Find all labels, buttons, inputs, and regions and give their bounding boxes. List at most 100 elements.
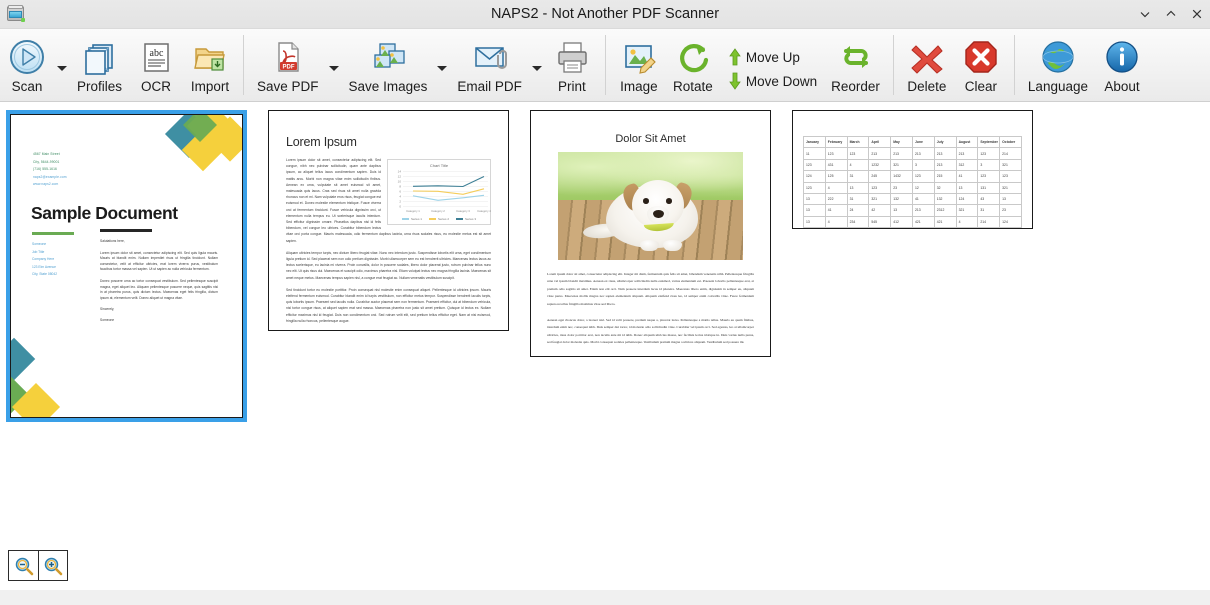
red-octagon-x-icon <box>961 36 1001 78</box>
thumbnail-item-3[interactable]: Dolor Sit Amet Lorem ipsum dolor sit ame… <box>530 110 771 357</box>
svg-text:8: 8 <box>399 185 401 189</box>
scan-button[interactable]: Scan <box>0 33 54 99</box>
email-pdf-button[interactable]: Email PDF <box>450 33 529 99</box>
globe-icon <box>1038 36 1078 78</box>
lorem-body: Chart Title 14 12 10 8 6 4 2 0 Category … <box>286 158 491 323</box>
zoom-in-button[interactable] <box>38 551 67 580</box>
email-envelope-icon <box>470 36 510 78</box>
chevron-down-icon <box>57 65 67 71</box>
ocr-abc-icon: abc <box>136 36 176 78</box>
chevron-down-icon <box>437 65 448 71</box>
svg-text:0: 0 <box>399 205 401 209</box>
window-title: NAPS2 - Not Another PDF Scanner <box>490 5 720 22</box>
letterhead-address: 4567 Main Street City, 5644-99001 (716) … <box>33 152 67 186</box>
table-row: 13 4 234 545 412 421 421 4 214 124 <box>803 215 1022 228</box>
scan-play-icon <box>7 36 47 78</box>
import-label: Import <box>190 79 230 94</box>
save-pdf-dropdown-arrow[interactable] <box>326 33 342 99</box>
rotate-label: Rotate <box>672 79 713 94</box>
delete-label: Delete <box>907 79 947 94</box>
dolor-body: Lorem ipsum dolor sit amet, consectetur … <box>547 272 754 345</box>
email-pdf-label: Email PDF <box>457 79 522 94</box>
language-button[interactable]: Language <box>1021 33 1095 99</box>
svg-text:6: 6 <box>399 190 401 194</box>
delete-button[interactable]: Delete <box>900 33 954 99</box>
profiles-button[interactable]: Profiles <box>70 33 129 99</box>
red-x-icon <box>907 36 947 78</box>
chevron-down-icon <box>328 65 339 71</box>
print-label: Print <box>557 79 586 94</box>
save-images-button[interactable]: Save Images <box>342 33 435 99</box>
table-header-cell: February <box>824 135 848 149</box>
maximize-button[interactable] <box>1158 0 1184 29</box>
letterhead-decoration-top <box>164 115 242 172</box>
table-row: 13 222 31 321 132 41 132 124 43 13 <box>803 192 1022 206</box>
toolbar-separator-4 <box>1013 35 1015 95</box>
document-title: Lorem Ipsum <box>286 135 357 149</box>
svg-text:2: 2 <box>399 200 401 204</box>
image-label: Image <box>620 79 658 94</box>
thumbnail-canvas[interactable]: 4567 Main Street City, 5644-99001 (716) … <box>0 102 1210 589</box>
svg-text:4: 4 <box>399 195 401 199</box>
svg-text:Category 1: Category 1 <box>406 209 420 213</box>
page-preview-lorem-ipsum: Lorem Ipsum Chart Title 14 12 10 8 6 4 2… <box>268 110 509 332</box>
save-images-dropdown-arrow[interactable] <box>434 33 450 99</box>
thumbnail-strip: 4567 Main Street City, 5644-99001 (716) … <box>0 102 1210 422</box>
table-header-cell: May <box>890 135 913 149</box>
table-header-cell: June <box>911 135 935 149</box>
chart-title: Chart Title <box>429 163 449 168</box>
minimize-button[interactable] <box>1132 0 1158 29</box>
scan-dropdown-arrow[interactable] <box>54 33 70 99</box>
toolbar-separator-3 <box>892 35 894 95</box>
arrow-down-icon <box>729 72 741 90</box>
recipient-block: Someone Job Title Company Here 123 Elm A… <box>32 242 58 276</box>
svg-text:10: 10 <box>398 180 402 184</box>
move-up-label: Move Up <box>745 49 800 65</box>
chevron-down-icon <box>1140 12 1150 18</box>
table-body: 11 123 123 213 213 213 213 213 123 214 123 431… <box>803 147 1022 228</box>
pdf-file-icon: PDF <box>268 36 308 78</box>
letter-body: Salutations here, Lorem ipsum dolor sit … <box>100 239 218 322</box>
table-header-row: January February March April May June Ju… <box>803 135 1022 149</box>
table-row: 13 41 24 42 13 213 2312 321 31 23 <box>803 204 1022 217</box>
thumbnail-item-1[interactable]: 4567 Main Street City, 5644-99001 (716) … <box>6 110 247 422</box>
clear-button[interactable]: Clear <box>954 33 1008 99</box>
about-label: About <box>1104 79 1140 94</box>
scanner-icon <box>5 3 27 25</box>
status-bar <box>0 589 1210 605</box>
print-button[interactable]: Print <box>545 33 599 99</box>
thumbnail-item-4[interactable]: January February March April May June Ju… <box>792 110 1033 229</box>
dark-rule <box>100 229 152 232</box>
import-button[interactable]: Import <box>183 33 237 99</box>
move-up-button[interactable]: Move Up <box>724 45 822 69</box>
email-pdf-dropdown-arrow[interactable] <box>529 33 545 99</box>
svg-text:PDF: PDF <box>282 64 294 70</box>
zoom-controls <box>8 550 68 581</box>
image-button[interactable]: Image <box>612 33 666 99</box>
close-button[interactable] <box>1184 0 1210 29</box>
profiles-label: Profiles <box>77 79 123 94</box>
table-header-cell: September <box>977 135 1001 149</box>
zoom-out-button[interactable] <box>9 551 38 580</box>
move-group: Move Up Move Down <box>720 33 824 99</box>
reorder-label: Reorder <box>831 79 880 94</box>
move-down-button[interactable]: Move Down <box>724 69 822 93</box>
reorder-button[interactable]: Reorder <box>824 33 887 99</box>
rotate-button[interactable]: Rotate <box>666 33 720 99</box>
image-edit-icon <box>619 36 659 78</box>
clear-label: Clear <box>964 79 998 94</box>
svg-text:12: 12 <box>398 175 402 179</box>
about-button[interactable]: About <box>1095 33 1149 99</box>
ocr-label: OCR <box>141 79 172 94</box>
table-row: 123 4 13 123 23 12 32 13 131 321 <box>803 181 1022 194</box>
printer-icon <box>552 36 592 78</box>
window-controls <box>1132 0 1210 29</box>
chart-legend: Series 1 Series 2 Series 3 <box>388 216 490 222</box>
ocr-button[interactable]: abc OCR <box>129 33 183 99</box>
import-folder-icon <box>190 36 230 78</box>
language-label: Language <box>1027 79 1088 94</box>
letterhead-decoration-bottom <box>11 337 61 417</box>
thumbnail-item-2[interactable]: Lorem Ipsum Chart Title 14 12 10 8 6 4 2… <box>268 110 509 332</box>
save-pdf-button[interactable]: PDF Save PDF <box>250 33 326 99</box>
images-stack-icon <box>368 36 408 78</box>
